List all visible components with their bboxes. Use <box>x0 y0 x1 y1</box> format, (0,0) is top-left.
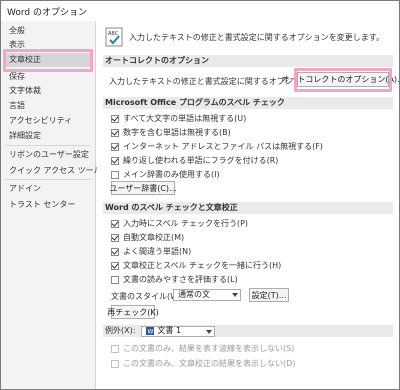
sidebar-item-accessibility[interactable]: アクセシビリティ <box>9 115 72 127</box>
page-header-text: 入力したテキストの修正と書式設定に関するオプションを変更します。 <box>129 32 384 42</box>
custom-dictionary-button[interactable]: ユーザー辞書(C)... <box>109 181 177 195</box>
checkbox[interactable] <box>111 156 119 165</box>
option-label: 自動文章校正(M) <box>123 233 185 242</box>
option-label: 繰り返し使われる単語にフラグを付ける(R) <box>123 156 279 165</box>
writing-style-value: 通常の文 <box>178 290 210 299</box>
grammar-settings-button[interactable]: 設定(T)... <box>249 288 289 302</box>
sidebar-item-typography[interactable]: 文字体裁 <box>9 85 41 97</box>
option-check-spelling-typing[interactable]: 入力時にスペル チェックを行う(P) <box>111 218 248 229</box>
checkbox[interactable] <box>111 170 119 179</box>
option-readability[interactable]: 文書の読みやすさを評価する(L) <box>111 274 238 285</box>
sidebar-item-display[interactable]: 表示 <box>9 39 25 51</box>
sidebar-divider <box>5 145 91 146</box>
exceptions-document-value: 文書 1 <box>157 326 182 335</box>
sidebar-item-addins[interactable]: アドイン <box>9 183 41 195</box>
abc-check-icon: ABC <box>105 27 123 47</box>
word-document-icon: W <box>146 327 155 336</box>
sidebar-item-advanced[interactable]: 詳細設定 <box>9 130 41 142</box>
option-label: この文書のみ、結果を表す波線を表示しない(S) <box>123 344 295 353</box>
option-hide-grammar-errors[interactable]: この文書のみ、文章校正の結果を表示しない(D) <box>111 358 295 369</box>
option-grammar-with-spelling[interactable]: 文章校正とスペル チェックを一緒に行う(H) <box>111 260 281 271</box>
recheck-document-button[interactable]: 再チェック(K) <box>107 305 159 319</box>
exceptions-bar: 例外(X): W 文書 1 <box>103 325 393 337</box>
checkbox[interactable] <box>111 247 119 256</box>
checkbox[interactable] <box>111 344 119 353</box>
checkbox[interactable] <box>111 275 119 284</box>
sidebar-item-proofing[interactable]: 文章校正 <box>9 54 41 66</box>
dialog-title: Word のオプション <box>7 7 87 18</box>
option-label: 文章校正とスペル チェックを一緒に行う(H) <box>123 261 282 270</box>
option-label: この文書のみ、文章校正の結果を表示しない(D) <box>123 359 296 368</box>
sidebar-divider <box>5 179 91 180</box>
page-header: ABC 入力したテキストの修正と書式設定に関するオプションを変更します。 <box>105 27 384 47</box>
option-label: 文書の読みやすさを評価する(L) <box>123 275 238 284</box>
checkbox[interactable] <box>111 219 119 228</box>
option-label: 数字を含む単語は無視する(B) <box>123 128 231 137</box>
sidebar-item-trust-center[interactable]: トラスト センター <box>9 199 75 211</box>
option-label: インターネット アドレスとファイル パスは無視する(F) <box>123 142 323 151</box>
option-auto-grammar[interactable]: 自動文章校正(M) <box>111 232 184 243</box>
option-ignore-urls[interactable]: インターネット アドレスとファイル パスは無視する(F) <box>111 141 323 152</box>
dropdown-arrow-icon <box>232 293 238 297</box>
option-confused-words[interactable]: よく間違う単語(N) <box>111 246 191 257</box>
sidebar-item-general[interactable]: 全般 <box>9 25 25 37</box>
option-label: よく間違う単語(N) <box>123 247 192 256</box>
autocorrect-options-button[interactable]: オートコレクトのオプション(A)... <box>281 72 400 87</box>
sidebar-item-ribbon[interactable]: リボンのユーザー設定 <box>9 149 89 161</box>
option-ignore-numbers[interactable]: 数字を含む単語は無視する(B) <box>111 127 231 138</box>
checkbox[interactable] <box>111 261 119 270</box>
exceptions-label: 例外(X): <box>105 326 136 335</box>
exceptions-document-select[interactable]: W 文書 1 <box>141 325 216 337</box>
word-spell-section-title: Word のスペル チェックと文章校正 <box>103 202 393 214</box>
office-spell-section-title: Microsoft Office プログラムのスペル チェック <box>103 97 393 109</box>
sidebar-item-save[interactable]: 保存 <box>9 71 25 83</box>
option-label: すべて大文字の単語は無視する(U) <box>123 114 247 123</box>
option-main-dictionary-only[interactable]: メイン辞書のみ使用する(I) <box>111 169 220 180</box>
main-panel: ABC 入力したテキストの修正と書式設定に関するオプションを変更します。 オート… <box>97 21 400 389</box>
option-label: メイン辞書のみ使用する(I) <box>123 170 220 179</box>
svg-text:ABC: ABC <box>108 31 119 37</box>
checkbox[interactable] <box>111 359 119 368</box>
svg-text:W: W <box>148 329 154 336</box>
sidebar-item-language[interactable]: 言語 <box>9 100 25 112</box>
option-label: 入力時にスペル チェックを行う(P) <box>123 219 249 228</box>
checkbox[interactable] <box>111 142 119 151</box>
sidebar: 全般 表示 文章校正 保存 文字体裁 言語 アクセシビリティ 詳細設定 リボンの… <box>1 21 120 389</box>
autocorrect-section-title: オートコレクトのオプション <box>103 55 393 67</box>
writing-style-select[interactable]: 通常の文 <box>173 289 241 301</box>
option-ignore-uppercase[interactable]: すべて大文字の単語は無視する(U) <box>111 113 246 124</box>
dropdown-arrow-icon <box>206 329 213 334</box>
checkbox[interactable] <box>111 233 119 242</box>
option-flag-repeated[interactable]: 繰り返し使われる単語にフラグを付ける(R) <box>111 155 278 166</box>
checkbox[interactable] <box>111 128 119 137</box>
checkbox[interactable] <box>111 114 119 123</box>
dialog-title-bar: Word のオプション <box>1 1 399 21</box>
option-hide-spelling-errors[interactable]: この文書のみ、結果を表す波線を表示しない(S) <box>111 343 294 354</box>
